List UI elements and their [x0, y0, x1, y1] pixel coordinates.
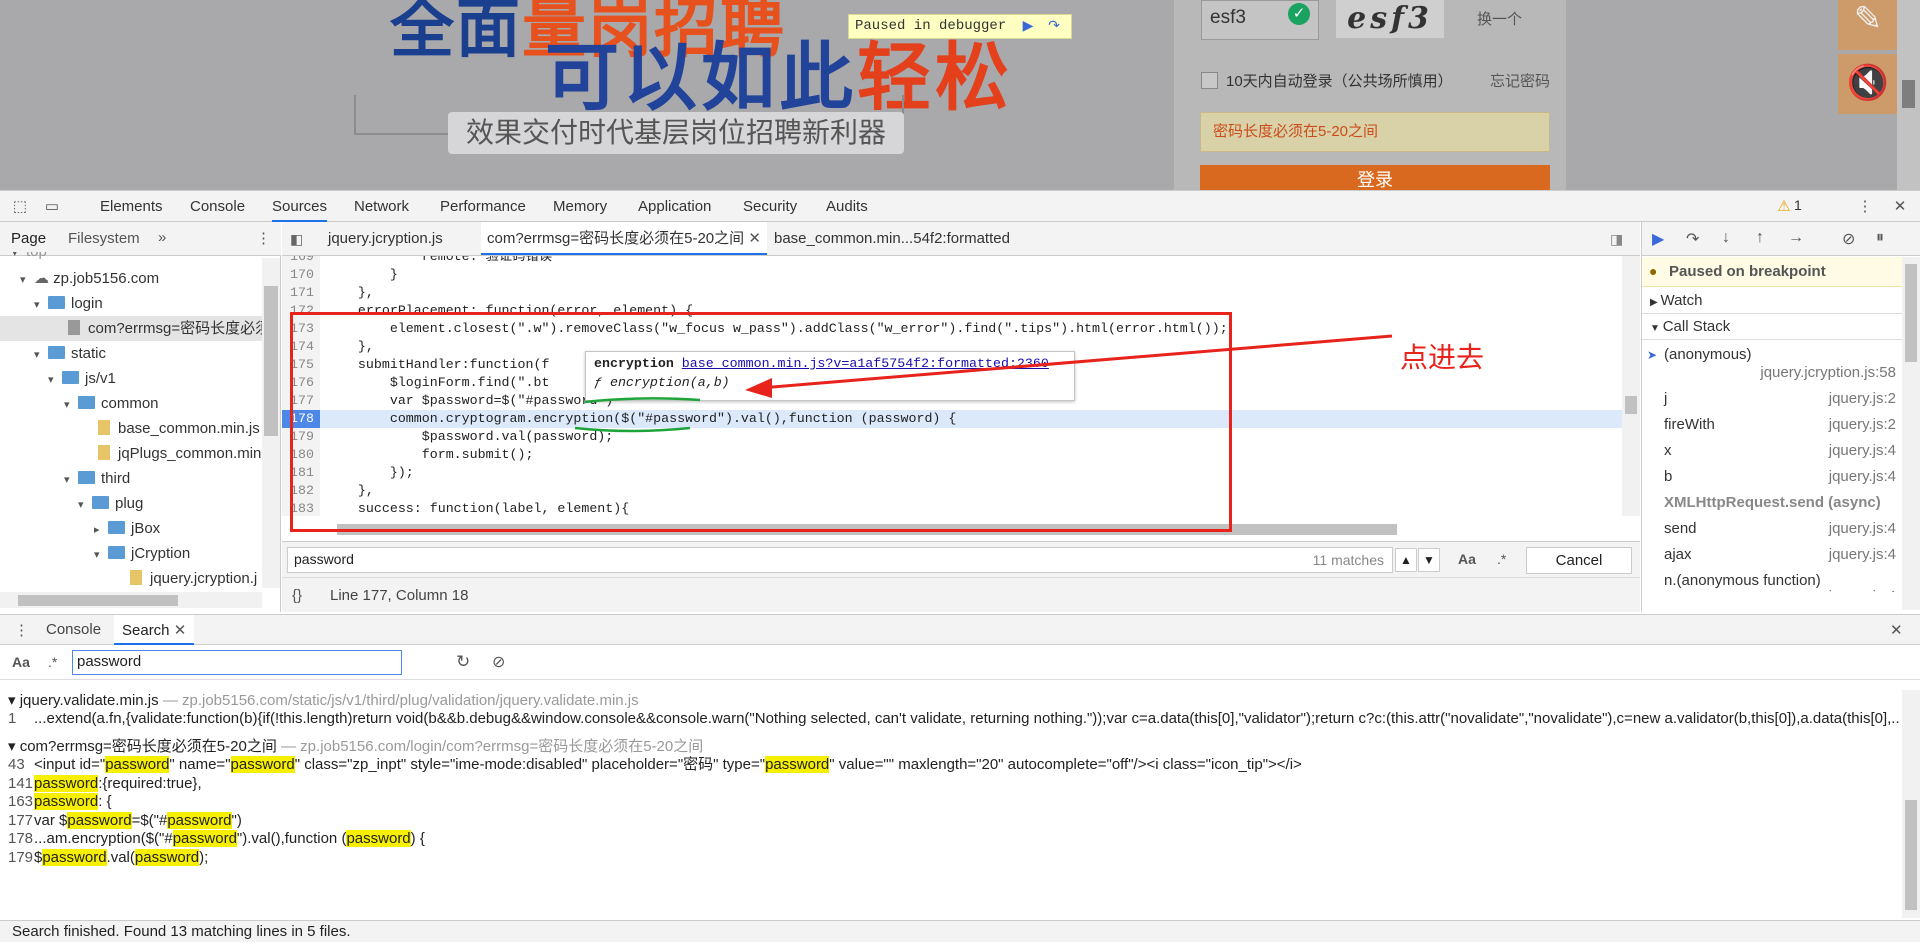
step-into-icon[interactable]: ↓ [1722, 229, 1730, 247]
paused-banner: ● Paused on breakpoint [1642, 257, 1902, 287]
step-out-icon[interactable]: ↑ [1756, 229, 1764, 247]
debugger-sidebar: ▶ ↷ ↓ ↑ → ⊘ ⏸ ● Paused on breakpoint ▶ W… [1641, 222, 1920, 612]
callstack-frame[interactable]: j jquery.js:2 [1642, 386, 1902, 412]
callstack-frame[interactable]: b jquery.js:4 [1642, 464, 1902, 490]
step-over-icon[interactable]: ↷ [1686, 229, 1699, 249]
callstack-frame[interactable]: x jquery.js:4 [1642, 438, 1902, 464]
callstack-frame[interactable]: fireWith jquery.js:2 [1642, 412, 1902, 438]
match-highlight: password [67, 812, 132, 829]
global-search-input[interactable]: password [72, 650, 402, 675]
regex-toggle[interactable]: .* [48, 654, 57, 670]
drawer-menu-icon[interactable]: ⋮ [14, 621, 29, 639]
close-drawer-icon[interactable]: ✕ [1890, 621, 1903, 639]
search-results: ▾ jquery.validate.min.js — zp.job5156.co… [0, 690, 1900, 918]
callstack-section[interactable]: ▼ Call Stack [1642, 314, 1902, 340]
result-file-path: — zp.job5156.com/static/js/v1/third/plug… [158, 692, 639, 709]
match-highlight: password [105, 756, 170, 773]
refresh-icon[interactable]: ↻ [456, 652, 470, 672]
match-highlight: password [765, 756, 830, 773]
match-highlight: password [34, 775, 99, 792]
result-line[interactable]: 1 ...extend(a.fn,{validate:function(b){if… [0, 708, 1900, 730]
match-highlight: password [34, 793, 99, 810]
search-status: Search finished. Found 13 matching lines… [0, 920, 1920, 942]
callstack-frame[interactable]: n.(anonymous function)jquery.js:4 [1642, 568, 1902, 592]
result-line-number: 179 [8, 849, 34, 866]
deactivate-breakpoints-icon[interactable]: ⊘ [1842, 229, 1855, 249]
collapse-arrow-icon: ▼ [1650, 323, 1663, 334]
match-case-toggle[interactable]: Aa [12, 654, 30, 670]
callstack-frame-current[interactable]: ➤ (anonymous) jquery.jcryption.js:58 [1642, 342, 1902, 386]
callstack-frame[interactable]: ajax jquery.js:4 [1642, 542, 1902, 568]
drawer-tabbar: ⋮ Console Search ✕ ✕ [0, 614, 1920, 645]
result-line-text: password:{required:true}, [34, 775, 202, 792]
debugger-toolbar: ▶ ↷ ↓ ↑ → ⊘ ⏸ [1642, 222, 1920, 256]
close-tab-icon[interactable]: ✕ [174, 622, 187, 639]
result-file-name: ▾ jquery.validate.min.js [8, 692, 159, 709]
result-line-text: <input id="password" name="password" cla… [34, 756, 1302, 773]
result-line-text: $password.val(password); [34, 849, 209, 866]
match-highlight: password [134, 849, 200, 866]
async-separator: XMLHttpRequest.send (async) [1664, 494, 1881, 511]
annotation-label: 点进去 [1400, 341, 1485, 374]
pause-exceptions-icon[interactable]: ⏸ [1876, 229, 1884, 247]
callstack-frame[interactable]: send jquery.js:4 [1642, 516, 1902, 542]
result-line[interactable]: 179$password.val(password); [0, 847, 208, 869]
result-line-text: ...extend(a.fn,{validate:function(b){if(… [34, 710, 1900, 727]
drawer-tab-search[interactable]: Search ✕ [114, 615, 195, 645]
watch-section[interactable]: ▶ Watch [1642, 288, 1902, 314]
match-highlight: password [230, 756, 295, 773]
drawer-tab-console[interactable]: Console [46, 621, 101, 638]
resume-icon[interactable]: ▶ [1652, 229, 1664, 249]
current-frame-icon: ➤ [1647, 348, 1658, 362]
result-line-text: password: { [34, 793, 112, 810]
expand-arrow-icon: ▶ [1650, 297, 1661, 308]
result-line-number: 1 [8, 710, 17, 727]
result-line-text: var $password=$("#password") [34, 812, 242, 829]
step-icon[interactable]: → [1788, 229, 1804, 247]
match-highlight: password [167, 812, 232, 829]
clear-icon[interactable]: ⊘ [492, 652, 505, 672]
info-icon: ● [1649, 263, 1658, 279]
match-highlight: password [42, 849, 107, 866]
result-line-text: ...am.encryption($("#password").val(),fu… [34, 830, 425, 847]
paused-label: Paused on breakpoint [1669, 263, 1826, 280]
result-file-name: ▾ com?errmsg=密码长度必须在5-20之间 [8, 738, 277, 755]
results-scrollbar-thumb[interactable] [1905, 800, 1917, 910]
result-file-path: — zp.job5156.com/login/com?errmsg=密码长度必须… [276, 738, 704, 755]
match-highlight: password [346, 830, 411, 847]
match-highlight: password [172, 830, 237, 847]
debugger-scrollbar-thumb[interactable] [1905, 264, 1917, 362]
